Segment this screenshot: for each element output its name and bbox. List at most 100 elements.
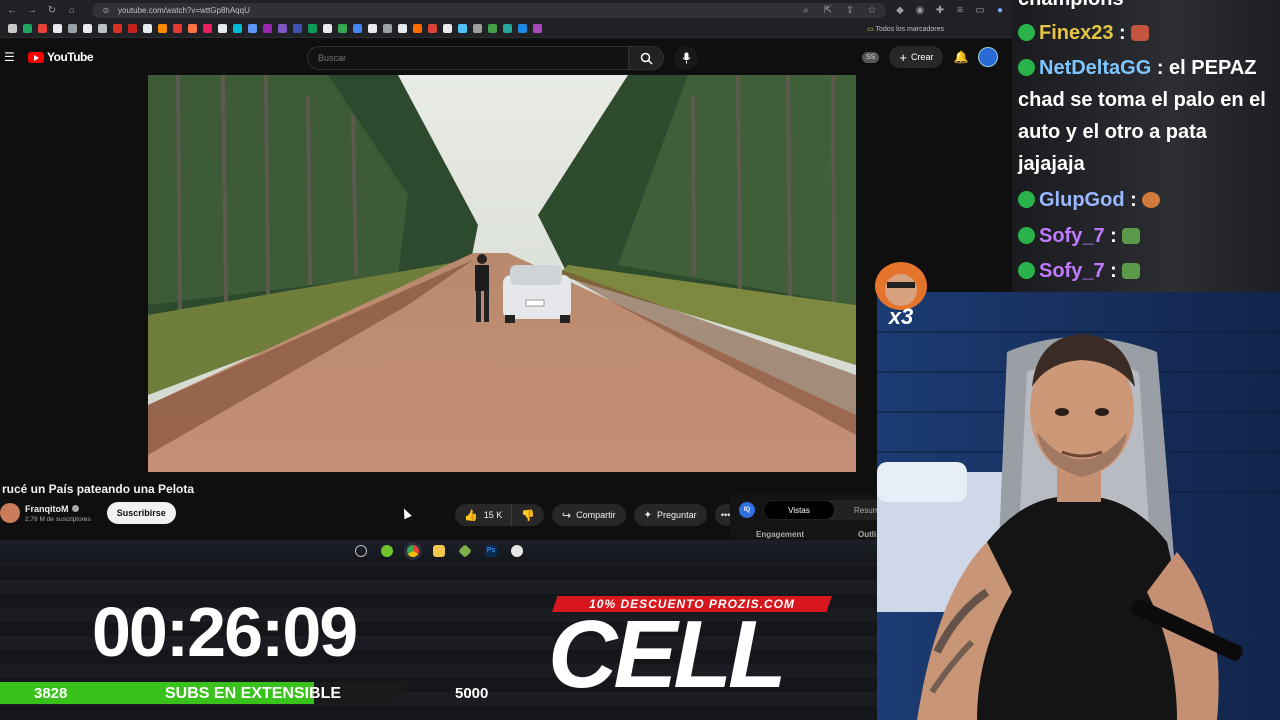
bookmark-icon[interactable] — [488, 24, 497, 33]
forward-icon[interactable]: → — [26, 5, 38, 16]
bookmark-icon[interactable] — [383, 24, 392, 33]
bookmark-icon[interactable] — [293, 24, 302, 33]
address-bar[interactable]: ⊜ youtube.com/watch?v=wttGp8hAqqU ⌕ ⇱ ⇪ … — [92, 2, 886, 18]
menu-icon[interactable]: ☰ — [4, 50, 20, 64]
voice-search-button[interactable] — [674, 46, 698, 70]
bookmark-icon[interactable] — [98, 24, 107, 33]
chat-separator: : — [1110, 260, 1117, 282]
bookmark-icon[interactable] — [473, 24, 482, 33]
media-icon[interactable]: ≡ — [954, 5, 966, 16]
bookmark-icon[interactable] — [458, 24, 467, 33]
bookmark-icon[interactable] — [8, 24, 17, 33]
bookmark-icon[interactable] — [218, 24, 227, 33]
microphone-icon — [682, 52, 690, 64]
bookmark-icon[interactable] — [203, 24, 212, 33]
sidebar-icon[interactable]: ▭ — [974, 5, 986, 16]
home-icon[interactable]: ⌂ — [66, 5, 78, 16]
tab-resumen[interactable]: Resum — [854, 506, 879, 515]
chat-username[interactable]: Sofy_7 — [1039, 260, 1105, 282]
ask-button[interactable]: ✦ Preguntar — [633, 504, 707, 526]
channel-row: FranqitoM 2,79 M de suscriptores Suscrib… — [0, 502, 176, 524]
bookmark-icon[interactable] — [398, 24, 407, 33]
iq-badge[interactable]: IQ — [739, 502, 755, 518]
bookmark-icon[interactable] — [143, 24, 152, 33]
bookmark-icon[interactable] — [413, 24, 422, 33]
outliers-label: Outli — [858, 530, 877, 539]
bookmark-icon[interactable] — [503, 24, 512, 33]
chat-username[interactable]: NetDeltaGG — [1039, 57, 1151, 79]
profile-avatar[interactable] — [978, 47, 999, 67]
channel-avatar[interactable] — [0, 503, 20, 523]
subs-current-count: 3828 — [34, 685, 68, 702]
zoom-icon[interactable]: ⌕ — [800, 5, 812, 16]
tab-vistas[interactable]: Vistas — [764, 501, 834, 519]
bookmark-icon[interactable] — [128, 24, 137, 33]
chat-separator: : — [1130, 189, 1137, 211]
bookmark-icon[interactable] — [518, 24, 527, 33]
bookmark-icon[interactable] — [263, 24, 272, 33]
photoshop-icon[interactable]: Ps — [485, 545, 497, 557]
subscribe-button[interactable]: Suscribirse — [106, 502, 176, 524]
bookmarks-folder[interactable]: ▭ Todos los marcadores — [867, 25, 944, 33]
extension-icon[interactable]: ◆ — [894, 5, 906, 16]
chrome-icon[interactable] — [407, 545, 419, 557]
bookmark-icon[interactable] — [308, 24, 317, 33]
browser-profile-icon[interactable]: ● — [994, 5, 1006, 16]
clock-app-icon[interactable] — [355, 545, 367, 557]
chat-app-icon[interactable] — [381, 545, 393, 557]
chat-message: GlupGod : — [1018, 189, 1161, 212]
bookmark-icon[interactable] — [53, 24, 62, 33]
extensions-puzzle-icon[interactable]: ✚ — [934, 5, 946, 16]
bookmark-icon[interactable] — [188, 24, 197, 33]
bookmark-icon[interactable] — [533, 24, 542, 33]
extension-icon-2[interactable]: ◉ — [914, 5, 926, 16]
bookmark-icon[interactable] — [278, 24, 287, 33]
video-title: rucé un País pateando una Pelota — [2, 482, 195, 496]
url-text: youtube.com/watch?v=wttGp8hAqqU — [118, 5, 250, 15]
bookmark-icon[interactable] — [83, 24, 92, 33]
create-button[interactable]: + Crear — [889, 46, 944, 68]
plus-icon: + — [899, 49, 907, 65]
chat-username[interactable]: Finex23 — [1039, 22, 1113, 44]
minecraft-icon[interactable] — [458, 544, 472, 558]
install-icon[interactable]: ⇱ — [822, 5, 834, 16]
bookmark-icon[interactable] — [443, 24, 452, 33]
ss-badge[interactable]: SS — [862, 51, 880, 63]
like-count: 15 K — [483, 510, 503, 520]
search-input[interactable] — [307, 46, 628, 70]
bookmark-icon[interactable] — [233, 24, 242, 33]
ask-label: Preguntar — [657, 510, 697, 520]
subs-goal-label: SUBS EN EXTENSIBLE — [165, 685, 342, 702]
like-button[interactable]: 👍 15 K — [455, 504, 513, 526]
stream-chat: champions Finex23 : NetDeltaGG : el PEPA… — [1012, 0, 1280, 292]
bookmark-icon[interactable] — [353, 24, 362, 33]
notifications-bell-icon[interactable]: 🔔 — [953, 50, 968, 64]
bookmark-icon[interactable] — [368, 24, 377, 33]
bookmark-star-icon[interactable]: ☆ — [866, 5, 878, 16]
chat-username[interactable]: GlupGod — [1039, 189, 1125, 211]
bookmark-icon[interactable] — [113, 24, 122, 33]
bookmark-icon[interactable] — [68, 24, 77, 33]
share-button[interactable]: ↪ Compartir — [551, 504, 626, 526]
site-info-icon[interactable]: ⊜ — [100, 6, 112, 15]
bookmark-icon[interactable] — [158, 24, 167, 33]
bookmark-icon[interactable] — [173, 24, 182, 33]
bookmark-icon[interactable] — [338, 24, 347, 33]
chat-username[interactable]: Sofy_7 — [1039, 225, 1105, 247]
dislike-button[interactable]: 👎 — [512, 504, 544, 526]
bookmark-icon[interactable] — [428, 24, 437, 33]
channel-name-link[interactable]: FranqitoM — [25, 504, 91, 514]
video-player[interactable] — [148, 75, 856, 472]
youtube-logo[interactable]: YouTube — [28, 50, 94, 64]
bookmark-icon[interactable] — [323, 24, 332, 33]
share-page-icon[interactable]: ⇪ — [844, 5, 856, 16]
search-button[interactable] — [628, 46, 664, 70]
bookmark-icon[interactable] — [23, 24, 32, 33]
bookmark-icon[interactable] — [248, 24, 257, 33]
bookmark-icon[interactable] — [38, 24, 47, 33]
back-icon[interactable]: ← — [6, 5, 18, 16]
avatar-app-icon[interactable] — [511, 545, 523, 557]
reload-icon[interactable]: ↻ — [46, 5, 58, 16]
youtube-play-icon — [28, 51, 44, 63]
folder-icon[interactable] — [433, 545, 445, 557]
